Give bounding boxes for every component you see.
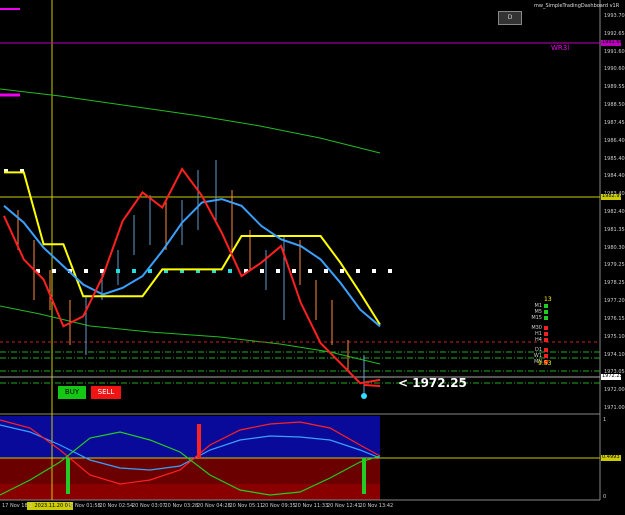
timeframe-label: M15 <box>531 315 542 321</box>
price-axis-label: 1991.60 <box>604 48 625 55</box>
support-dot <box>308 269 312 273</box>
price-axis-label: 1971.00 <box>604 405 625 411</box>
time-axis-label: 20 Nov 01:58 <box>67 503 101 509</box>
price-axis-label: 1978.25 <box>604 280 625 287</box>
yellow-price-tag: 1982.97 <box>602 193 623 199</box>
time-axis-label: 20 Nov 03:07 <box>132 503 166 509</box>
timeframe-status-box <box>544 310 548 314</box>
time-axis-label: 20 Nov 02:54 <box>99 503 134 509</box>
time-axis-label: 20 Nov 09:35 <box>262 503 296 509</box>
support-dot <box>228 269 232 273</box>
sell-button[interactable]: SELL <box>91 386 121 399</box>
price-axis-label: 1984.40 <box>604 173 625 180</box>
timeframe-status-box <box>544 348 548 352</box>
support-dot <box>84 269 88 273</box>
timeframe-status-box <box>544 338 548 342</box>
dashboard-toggle-button[interactable]: D <box>498 11 522 25</box>
price-axis-label: 1988.50 <box>604 102 625 109</box>
price-axis-label: 1975.10 <box>604 333 625 340</box>
time-axis-label: 20 Nov 03:28 <box>164 503 199 509</box>
price-axis-label: 1982.40 <box>604 209 625 215</box>
time-axis-label: 17 Nov 18:2 <box>2 503 33 509</box>
price-axis-label: 1972.00 <box>604 387 625 394</box>
current-price-tag: 1972.25 <box>602 373 623 379</box>
price-axis-label: 1986.40 <box>604 137 625 144</box>
price-axis-label: 1993.70 <box>604 13 625 19</box>
time-axis-label: 20 Nov 05:11 <box>229 503 264 509</box>
indicator-axis-mid: 0.4993 <box>602 454 620 460</box>
support-dot <box>116 269 120 273</box>
support-dot <box>324 269 328 273</box>
dashboard-title: mw_SimpleTradingDashboard v1R <box>534 3 620 9</box>
timeframe-count: 13 <box>544 296 552 303</box>
price-axis-label: 1990.60 <box>604 66 625 73</box>
price-axis-label: 1980.30 <box>604 244 625 251</box>
current-price-marker <box>361 393 367 399</box>
timeframe-status-box <box>544 332 548 336</box>
timeframe-status-box <box>544 354 548 358</box>
time-axis-label: 20 Nov 12:41 <box>327 503 361 509</box>
support-dot <box>52 269 56 273</box>
timeframe-status-box <box>544 304 548 308</box>
support-dot <box>132 269 136 273</box>
support-dot <box>372 269 376 273</box>
timeframe-status-box <box>544 316 548 320</box>
timeframe-time: 9:53 <box>538 360 552 367</box>
wr3-level-label: WR3l <box>551 44 570 52</box>
indicator-panel-top <box>0 416 380 458</box>
support-dot <box>292 269 296 273</box>
indicator-green-bar <box>66 458 70 494</box>
wr3-price-tag: 1991.60 <box>602 39 623 45</box>
indicator-axis-top: 1 <box>603 417 607 423</box>
price-axis-label: 1989.55 <box>604 84 625 91</box>
time-axis-label: 20 Nov 04:28 <box>197 503 231 509</box>
support-dot <box>260 269 264 273</box>
support-dot <box>388 269 392 273</box>
timeframe-label: H4 <box>535 337 542 343</box>
price-axis-label: 1981.35 <box>604 226 625 233</box>
indicator-green-bar <box>362 458 366 494</box>
support-dot <box>356 269 360 273</box>
price-chart-canvas[interactable] <box>0 0 625 511</box>
price-axis-label: 1977.20 <box>604 298 625 305</box>
price-axis-label: 1979.25 <box>604 262 625 269</box>
price-axis-label: 1987.45 <box>604 119 625 126</box>
price-axis-label: 1992.65 <box>604 30 625 37</box>
price-axis-label: 1976.15 <box>604 315 625 322</box>
price-axis-label: 1974.10 <box>604 351 625 358</box>
support-dot <box>340 269 344 273</box>
time-axis-label: 20 Nov 13:42 <box>359 503 394 509</box>
price-axis-label: 1985.40 <box>604 155 625 162</box>
current-price-label: < 1972.25 <box>398 376 467 390</box>
buy-button[interactable]: BUY <box>58 386 86 399</box>
timeframe-status-box <box>544 326 548 330</box>
trading-chart[interactable]: mw_SimpleTradingDashboard v1R D WR3l BUY… <box>0 0 625 511</box>
support-dot <box>276 269 280 273</box>
time-axis-label: 20 Nov 11:33 <box>294 503 329 509</box>
indicator-red-bar <box>197 424 201 458</box>
indicator-axis-bottom: 0 <box>603 494 607 500</box>
